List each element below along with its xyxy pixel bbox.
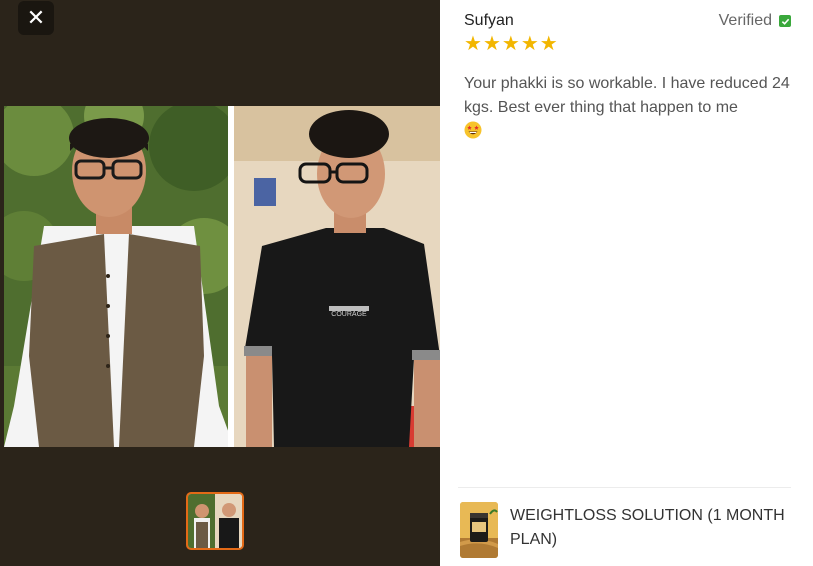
verified-badge: Verified xyxy=(719,12,791,30)
close-button[interactable]: ✕ xyxy=(18,1,54,35)
checkmark-icon xyxy=(779,15,791,27)
star-icon: ★ xyxy=(539,33,558,55)
media-viewer: ✕ COURAGE xyxy=(0,0,440,566)
product-image[interactable] xyxy=(460,502,498,558)
review-panel: Sufyan Verified ★ ★ ★ ★ ★ Your phakki is… xyxy=(440,0,813,566)
thumbnail-image xyxy=(188,494,242,548)
before-after-photo: COURAGE xyxy=(4,106,440,447)
star-rating: ★ ★ ★ ★ ★ xyxy=(464,33,558,55)
photo-thumbnail[interactable] xyxy=(186,492,244,550)
reviewer-name: Sufyan xyxy=(464,12,514,29)
close-icon: ✕ xyxy=(26,5,46,30)
product-name[interactable]: WEIGHTLOSS SOLUTION (1 MONTH PLAN) xyxy=(510,504,795,552)
verified-label: Verified xyxy=(718,12,772,29)
review-text: Your phakki is so workable. I have reduc… xyxy=(464,75,790,116)
star-struck-emoji-icon xyxy=(464,121,482,139)
star-icon: ★ xyxy=(482,33,501,55)
review-modal: ✕ COURAGE Sufyan Verified ★ ★ ★ ★ ★ Your… xyxy=(0,0,813,566)
shirt-text: COURAGE xyxy=(331,311,367,318)
divider xyxy=(458,487,791,488)
star-icon: ★ xyxy=(464,33,482,55)
star-icon: ★ xyxy=(501,33,520,55)
after-photo: COURAGE xyxy=(234,106,440,447)
before-photo xyxy=(4,106,242,447)
star-icon: ★ xyxy=(520,33,539,55)
